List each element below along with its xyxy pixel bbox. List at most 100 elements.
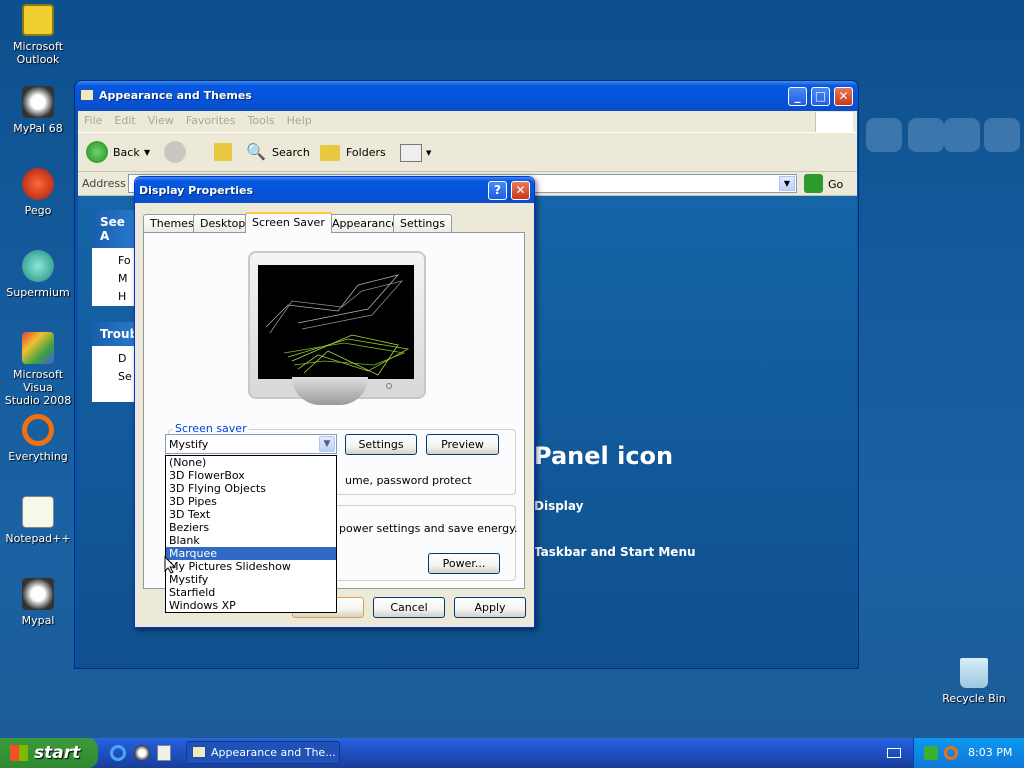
desktop-icon-label: Everything bbox=[8, 450, 68, 463]
dropdown-option[interactable]: Windows XP bbox=[166, 599, 336, 612]
folders-button[interactable]: Folders bbox=[320, 141, 386, 165]
go-label: Go bbox=[828, 178, 844, 191]
explorer-titlebar[interactable]: Appearance and Themes _ □ ✕ bbox=[75, 81, 858, 111]
dropdown-option[interactable]: Starfield bbox=[166, 586, 336, 599]
screen-saver-select-value: Mystify bbox=[169, 438, 209, 451]
ie-icon[interactable] bbox=[110, 745, 126, 761]
help-button[interactable]: ? bbox=[488, 181, 507, 200]
explorer-toolbar: Back ▼ 🔍 Search Folders ▼ bbox=[78, 132, 857, 172]
dropdown-option[interactable]: (None) bbox=[166, 456, 336, 469]
clock[interactable]: 8:03 PM bbox=[968, 738, 1012, 768]
power-button[interactable]: Power... bbox=[428, 553, 500, 574]
minimize-button[interactable]: _ bbox=[788, 87, 807, 106]
dropdown-option[interactable]: 3D Pipes bbox=[166, 495, 336, 508]
mouse-cursor-icon bbox=[164, 556, 176, 574]
forward-arrow-icon bbox=[164, 141, 186, 163]
windows-flag-icon bbox=[10, 745, 28, 761]
close-button[interactable]: ✕ bbox=[834, 87, 853, 106]
views-icon bbox=[400, 144, 422, 162]
desktop-icon-label: Studio 2008 bbox=[4, 394, 72, 407]
recycle-bin-icon bbox=[960, 658, 988, 688]
troubleshooter-item[interactable]: D bbox=[100, 350, 134, 368]
tab-desktop[interactable]: Desktop bbox=[193, 214, 253, 232]
bg-decoration bbox=[908, 118, 944, 152]
pick-panel-icon-heading: Panel icon bbox=[534, 442, 674, 470]
menu-tools[interactable]: Tools bbox=[242, 111, 281, 130]
taskbar: start Appearance and The... 8:03 PM bbox=[0, 738, 1024, 768]
desktop-icon-everything[interactable]: Everything bbox=[0, 414, 76, 463]
folders-label: Folders bbox=[346, 146, 386, 159]
menu-edit[interactable]: Edit bbox=[108, 111, 141, 130]
preview-screen bbox=[258, 265, 414, 379]
keyboard-icon[interactable] bbox=[887, 748, 901, 758]
desktop-icon-pego[interactable]: Pego bbox=[0, 168, 76, 217]
see-also-item[interactable]: H bbox=[100, 288, 134, 306]
password-text: ume, password protect bbox=[345, 474, 472, 487]
preview-button[interactable]: Preview bbox=[426, 434, 499, 455]
raccoon-icon bbox=[22, 578, 54, 610]
bg-decoration bbox=[944, 118, 980, 152]
taskbar-item-appearance[interactable]: Appearance and The... bbox=[186, 741, 340, 764]
taskbar-item-label: Appearance and The... bbox=[211, 746, 336, 759]
everything-tray-icon[interactable] bbox=[944, 746, 958, 760]
pego-icon bbox=[22, 168, 54, 200]
desktop-icon-label: Pego bbox=[24, 204, 52, 217]
dropdown-option[interactable]: My Pictures Slideshow bbox=[166, 560, 336, 573]
desktop-icon-recycle-bin[interactable]: Recycle Bin bbox=[936, 658, 1012, 705]
chevron-down-icon[interactable]: ▼ bbox=[779, 176, 795, 191]
up-folder-button[interactable] bbox=[212, 141, 234, 165]
search-button[interactable]: 🔍 Search bbox=[246, 141, 310, 165]
dropdown-option[interactable]: Mystify bbox=[166, 573, 336, 586]
menu-help[interactable]: Help bbox=[281, 111, 318, 130]
start-label: start bbox=[34, 743, 81, 763]
dropdown-option[interactable]: 3D FlowerBox bbox=[166, 469, 336, 482]
see-also-item[interactable]: M bbox=[100, 270, 134, 288]
bg-decoration bbox=[984, 118, 1020, 152]
settings-button[interactable]: Settings bbox=[345, 434, 417, 455]
dropdown-option[interactable]: Blank bbox=[166, 534, 336, 547]
tab-screen-saver[interactable]: Screen Saver bbox=[245, 212, 332, 233]
visual-studio-icon bbox=[22, 332, 54, 364]
menu-file[interactable]: File bbox=[78, 111, 108, 130]
maximize-button[interactable]: □ bbox=[811, 87, 830, 106]
screen-saver-select[interactable]: Mystify ▼ bbox=[165, 434, 337, 454]
go-button[interactable]: Go bbox=[804, 174, 848, 194]
start-button[interactable]: start bbox=[0, 738, 98, 768]
desktop-icon-supermium[interactable]: Supermium bbox=[0, 250, 76, 299]
desktop-icon-visual-studio[interactable]: Microsoft Visua Studio 2008 bbox=[0, 332, 76, 407]
search-label: Search bbox=[272, 146, 310, 159]
taskbar-link[interactable]: Taskbar and Start Menu bbox=[534, 545, 696, 559]
dropdown-option[interactable]: 3D Text bbox=[166, 508, 336, 521]
desktop-icon-mypal68[interactable]: MyPal 68 bbox=[0, 86, 76, 135]
explorer-title: Appearance and Themes bbox=[99, 89, 252, 102]
chevron-down-icon[interactable]: ▼ bbox=[319, 436, 335, 452]
desktop-icon-outlook[interactable]: Microsoft Outlook bbox=[0, 4, 76, 66]
desktop-icon-label: Supermium bbox=[6, 286, 70, 299]
views-button[interactable]: ▼ bbox=[400, 141, 434, 165]
troubleshooter-item[interactable]: Se bbox=[100, 368, 134, 386]
dropdown-option-highlighted[interactable]: Marquee bbox=[166, 547, 336, 560]
notepadpp-icon bbox=[22, 496, 54, 528]
menu-view[interactable]: View bbox=[142, 111, 180, 130]
tab-settings[interactable]: Settings bbox=[393, 214, 453, 232]
power-text: power settings and save energy. bbox=[339, 522, 518, 535]
dropdown-option[interactable]: 3D Flying Objects bbox=[166, 482, 336, 495]
dropdown-option[interactable]: Beziers bbox=[166, 521, 336, 534]
close-button[interactable]: ✕ bbox=[511, 181, 530, 200]
desktop-icon-label: Outlook bbox=[16, 53, 60, 66]
see-also-item[interactable]: Fo bbox=[100, 252, 134, 270]
monitor-stand bbox=[292, 377, 368, 405]
forward-button[interactable] bbox=[164, 141, 186, 165]
menu-favorites[interactable]: Favorites bbox=[180, 111, 242, 130]
display-link[interactable]: Display bbox=[534, 499, 583, 513]
dialog-titlebar[interactable]: Display Properties ? ✕ bbox=[135, 177, 534, 203]
back-arrow-icon bbox=[86, 141, 108, 163]
desktop-icon-mypal[interactable]: Mypal bbox=[0, 578, 76, 627]
apply-button[interactable]: Apply bbox=[454, 597, 526, 618]
notepad-quicklaunch-icon[interactable] bbox=[157, 745, 171, 761]
network-icon[interactable] bbox=[924, 746, 938, 760]
desktop-icon-label: Microsoft bbox=[12, 40, 64, 53]
cancel-button[interactable]: Cancel bbox=[373, 597, 445, 618]
mypal-quicklaunch-icon[interactable] bbox=[134, 745, 150, 761]
desktop-icon-notepadpp[interactable]: Notepad++ bbox=[0, 496, 76, 545]
